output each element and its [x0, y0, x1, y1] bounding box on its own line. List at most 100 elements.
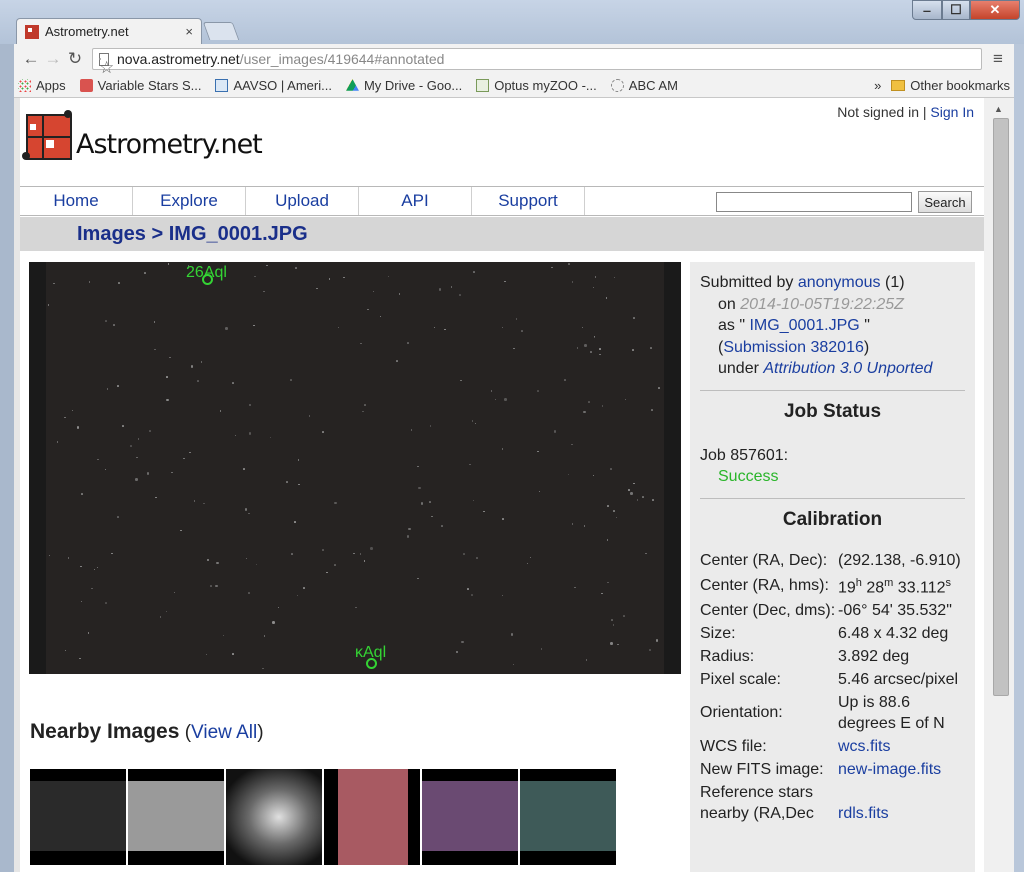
star-point [255, 563, 257, 566]
back-arrow-icon[interactable]: ← [20, 49, 42, 69]
star-point [122, 425, 124, 427]
page-scrollbar[interactable]: ▲ [984, 98, 1014, 872]
star-point [81, 493, 83, 495]
search-button[interactable]: Search [918, 191, 972, 213]
star-point [474, 422, 476, 424]
star-point [137, 438, 140, 440]
star-point [96, 566, 98, 569]
site-logo[interactable]: Astrometry.net [22, 110, 263, 160]
address-bar[interactable]: nova.astrometry.net /user_images/419644#… [92, 48, 982, 77]
ra-hms-value: 19h 28m 33.112s [838, 576, 952, 596]
star-point [633, 482, 635, 485]
sign-in-link[interactable]: Sign In [930, 104, 974, 120]
nearby-title-text: Nearby Images [30, 720, 180, 743]
star-point [615, 516, 618, 519]
star-point [91, 587, 93, 590]
nearby-thumbnail[interactable] [422, 769, 518, 865]
tab-close-icon[interactable]: × [185, 24, 193, 39]
star-point [606, 539, 609, 541]
nav-api[interactable]: API [359, 187, 472, 215]
bookmark-apps[interactable]: Apps [18, 78, 66, 93]
star-point [67, 557, 70, 559]
license-link[interactable]: Attribution 3.0 Unported [763, 360, 932, 377]
nearby-thumbnail[interactable] [520, 769, 616, 865]
star-point [180, 529, 182, 532]
scroll-up-arrow-icon[interactable]: ▲ [994, 104, 1003, 114]
star-point [355, 606, 357, 609]
star-point [171, 471, 173, 474]
star-point [71, 409, 74, 412]
star-point [502, 518, 504, 520]
star-point [372, 290, 375, 293]
bookmark-optus[interactable]: Optus myZOO -... [476, 78, 597, 93]
nav-upload[interactable]: Upload [246, 187, 359, 215]
star-point [359, 553, 362, 555]
user-link[interactable]: anonymous [798, 274, 881, 291]
wcs-file-link[interactable]: wcs.fits [838, 738, 890, 755]
star-point [633, 317, 635, 319]
signin-status: Not signed in | Sign In [837, 104, 974, 120]
star-point [460, 379, 462, 382]
star-point [245, 557, 248, 560]
star-point [189, 451, 191, 454]
star-point [607, 505, 609, 507]
minimize-button[interactable]: ‒ [912, 0, 942, 20]
star-point [166, 376, 168, 378]
page-content: Not signed in | Sign In Astrometry.net H… [20, 98, 984, 872]
star-point [441, 525, 443, 527]
bookmark-abc-am[interactable]: ABC AM [610, 78, 678, 93]
star-point [113, 324, 115, 326]
reload-icon[interactable]: ↻ [64, 49, 86, 69]
star-point [232, 382, 234, 384]
annotated-image[interactable]: 26Aql κAql [29, 262, 681, 674]
bookmark-variable-stars[interactable]: Variable Stars S... [79, 78, 201, 93]
view-all-link[interactable]: View All [191, 722, 257, 743]
star-point [592, 474, 595, 477]
star-point [450, 286, 453, 288]
star-point [190, 365, 194, 368]
nearby-thumbnail[interactable] [30, 769, 126, 865]
star-point [515, 318, 518, 320]
nearby-thumbnail[interactable] [324, 769, 420, 865]
filename-link[interactable]: IMG_0001.JPG [749, 317, 859, 334]
star-point [303, 587, 305, 589]
nearby-thumbnail[interactable] [128, 769, 224, 865]
browser-tab[interactable]: Astrometry.net × [16, 18, 202, 44]
bookmarks-overflow-chevron-icon[interactable]: » [874, 78, 881, 93]
ref-stars-link[interactable]: rdls.fits [838, 805, 889, 822]
star-point [136, 456, 138, 459]
search-input[interactable] [716, 192, 912, 212]
forward-arrow-icon[interactable]: → [42, 49, 64, 69]
star-point [438, 288, 442, 291]
nav-support[interactable]: Support [472, 187, 585, 215]
star-point [501, 448, 504, 450]
chrome-menu-icon[interactable]: ≡ [988, 49, 1008, 69]
breadcrumb-current[interactable]: IMG_0001.JPG [169, 223, 308, 245]
nav-home[interactable]: Home [20, 187, 133, 215]
bookmark-my-drive[interactable]: My Drive - Goo... [345, 78, 462, 93]
page-viewport: Not signed in | Sign In Astrometry.net H… [14, 98, 984, 872]
bookmark-star-icon[interactable]: ☆ [99, 58, 114, 77]
nav-explore[interactable]: Explore [133, 187, 246, 215]
star-point [297, 459, 300, 461]
new-fits-link[interactable]: new-image.fits [838, 761, 941, 778]
other-bookmarks-folder[interactable]: Other bookmarks [891, 78, 1010, 93]
star-point [467, 588, 469, 590]
star-point [200, 361, 203, 363]
submission-link[interactable]: Submission 382016 [723, 339, 864, 356]
star-point [153, 321, 156, 323]
table-row: Reference stars nearby (RA,Dec rdls.fits [700, 783, 889, 822]
scroll-thumb[interactable] [993, 118, 1009, 696]
maximize-button[interactable]: ☐ [942, 0, 970, 20]
star-point [197, 380, 199, 382]
new-tab-button[interactable] [202, 22, 240, 40]
star-point [193, 500, 196, 502]
bookmark-aavso[interactable]: AAVSO | Ameri... [215, 78, 332, 93]
submission-date: 2014-10-05T19:22:25Z [740, 295, 904, 313]
thumbnail-image [422, 781, 518, 851]
close-window-button[interactable]: ✕ [970, 0, 1020, 20]
breadcrumb-images[interactable]: Images [77, 223, 146, 245]
nearby-thumbnail[interactable] [226, 769, 322, 865]
star-point [407, 342, 409, 344]
star-point [526, 562, 529, 565]
